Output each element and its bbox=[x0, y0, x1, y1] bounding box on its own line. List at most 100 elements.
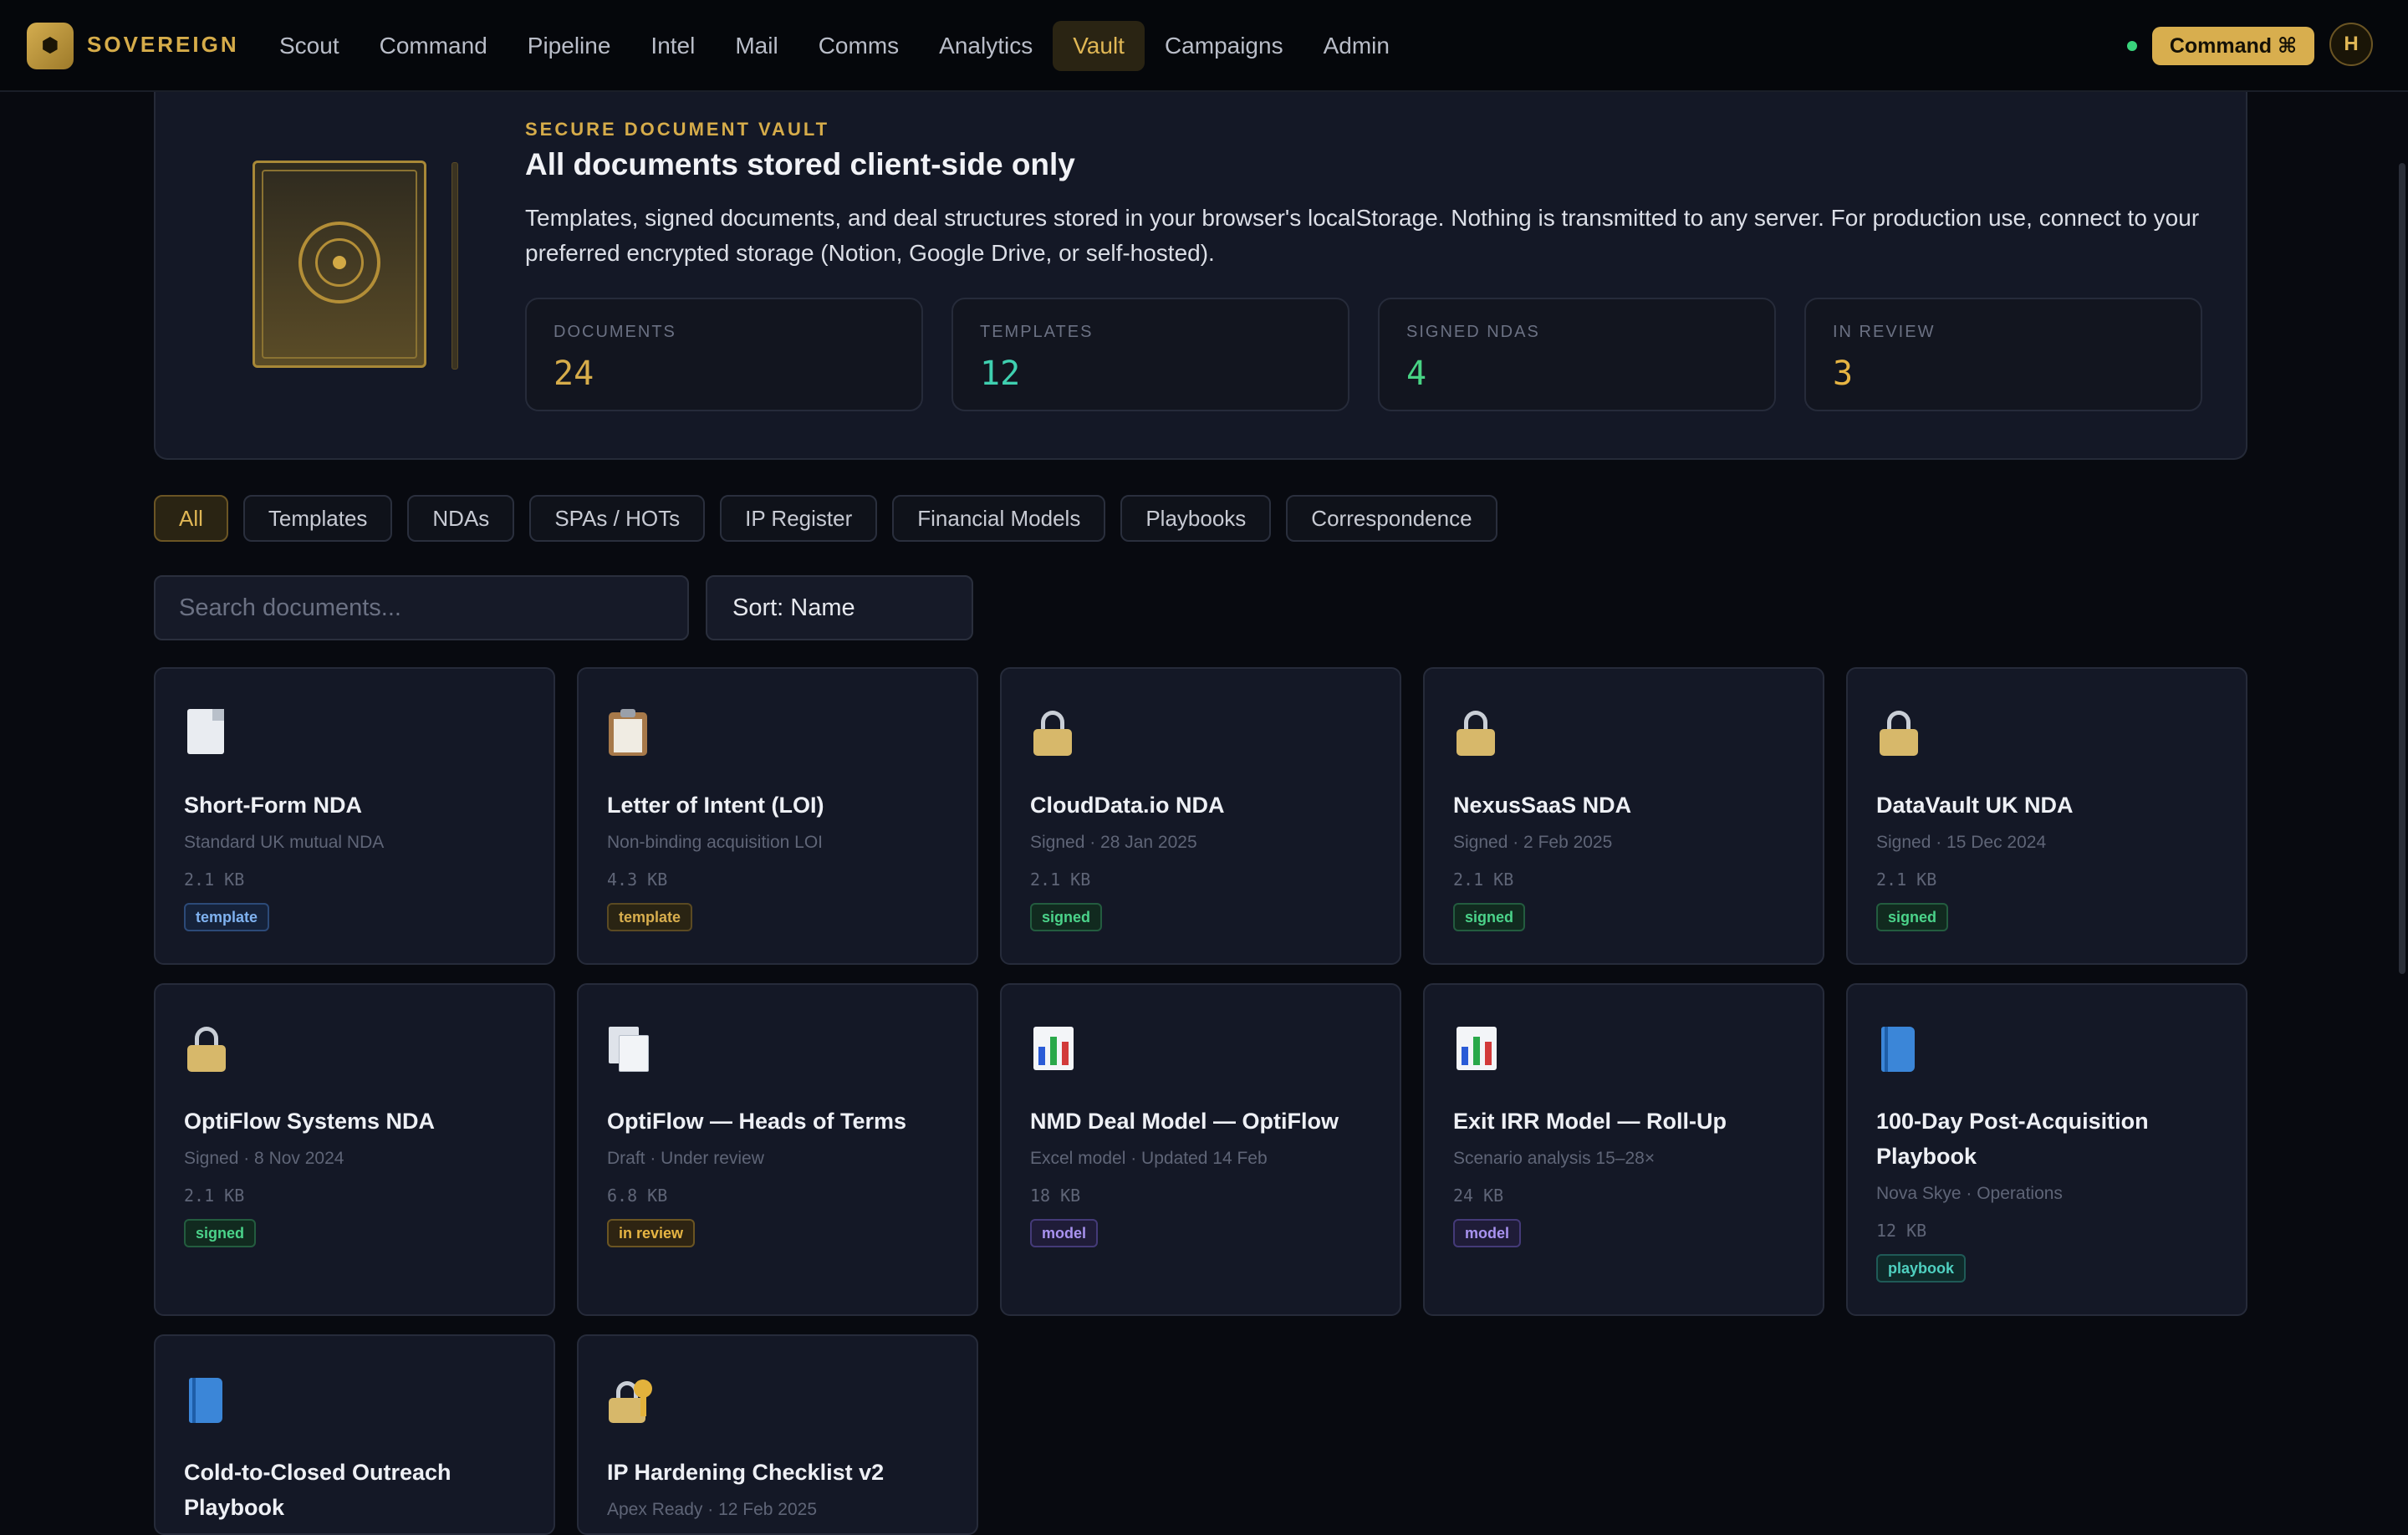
filter-ndas[interactable]: NDAs bbox=[407, 495, 515, 542]
filter-correspondence[interactable]: Correspondence bbox=[1286, 495, 1497, 542]
document-tag: model bbox=[1030, 1219, 1099, 1247]
lock-icon bbox=[1030, 707, 1074, 756]
document-title: 100-Day Post-Acquisition Playbook bbox=[1876, 1109, 2149, 1169]
document-title: OptiFlow — Heads of Terms bbox=[607, 1109, 907, 1134]
document-subtitle: Signed · 2 Feb 2025 bbox=[1453, 833, 1613, 852]
document-size: 18 KB bbox=[1030, 1186, 1081, 1206]
filter-playbooks[interactable]: Playbooks bbox=[1120, 495, 1272, 542]
brand-name[interactable]: SOVEREIGN bbox=[87, 32, 239, 58]
stat-value: 12 bbox=[980, 354, 1021, 393]
document-subtitle: Nova Skye · Operations bbox=[1876, 1184, 2063, 1203]
document-subtitle: Signed · 15 Dec 2024 bbox=[1876, 833, 2047, 852]
document-card[interactable]: Exit IRR Model — Roll-Up Scenario analys… bbox=[1423, 983, 1824, 1316]
document-card[interactable]: Letter of Intent (LOI) Non-binding acqui… bbox=[577, 667, 978, 965]
book-icon bbox=[1876, 1023, 1920, 1072]
stat-signed-ndas: SIGNED NDAS 4 bbox=[1378, 298, 1776, 411]
stat-templates: TEMPLATES 12 bbox=[951, 298, 1349, 411]
vault-hero-panel: SECURE DOCUMENT VAULT All documents stor… bbox=[154, 75, 2247, 460]
document-tag: model bbox=[1453, 1219, 1522, 1247]
document-card[interactable]: CloudData.io NDA Signed · 28 Jan 2025 2.… bbox=[1000, 667, 1401, 965]
document-card[interactable]: Short-Form NDA Standard UK mutual NDA 2.… bbox=[154, 667, 555, 965]
document-title: DataVault UK NDA bbox=[1876, 793, 2074, 818]
filter-ip-register[interactable]: IP Register bbox=[720, 495, 878, 542]
document-subtitle: Signed · 28 Jan 2025 bbox=[1030, 833, 1197, 852]
lock-key-icon bbox=[607, 1374, 652, 1423]
filter-templates[interactable]: Templates bbox=[242, 495, 393, 542]
stat-value: 24 bbox=[554, 354, 594, 393]
document-tag: in review bbox=[607, 1219, 696, 1247]
vault-illustration-icon bbox=[253, 161, 426, 368]
document-title: Exit IRR Model — Roll-Up bbox=[1453, 1109, 1727, 1134]
document-card[interactable]: NexusSaaS NDA Signed · 2 Feb 2025 2.1 KB… bbox=[1423, 667, 1824, 965]
document-card[interactable]: DataVault UK NDA Signed · 15 Dec 2024 2.… bbox=[1846, 667, 2247, 965]
lock-icon bbox=[184, 1023, 227, 1072]
document-title: NMD Deal Model — OptiFlow bbox=[1030, 1109, 1339, 1134]
top-navigation-bar: ⬢ SOVEREIGN Scout Command Pipeline Intel… bbox=[0, 0, 2408, 92]
document-card[interactable]: 100-Day Post-Acquisition Playbook Nova S… bbox=[1846, 983, 2247, 1316]
stat-label: TEMPLATES bbox=[980, 323, 1094, 341]
nav-item-comms[interactable]: Comms bbox=[798, 21, 919, 71]
document-size: 2.1 KB bbox=[1876, 869, 1937, 890]
clipboard-icon bbox=[607, 707, 650, 756]
document-title: NexusSaaS NDA bbox=[1453, 793, 1632, 818]
lock-icon bbox=[1453, 707, 1497, 756]
nav-item-admin[interactable]: Admin bbox=[1303, 21, 1410, 71]
document-subtitle: Apex Ready · 12 Feb 2025 bbox=[607, 1500, 817, 1519]
document-title: Cold-to-Closed Outreach Playbook bbox=[184, 1460, 452, 1520]
document-size: 2.1 KB bbox=[1030, 869, 1091, 890]
document-title: IP Hardening Checklist v2 bbox=[607, 1460, 885, 1485]
logo-icon[interactable]: ⬢ bbox=[27, 23, 74, 69]
filter-spas-hots[interactable]: SPAs / HOTs bbox=[529, 495, 706, 542]
document-card[interactable]: IP Hardening Checklist v2 Apex Ready · 1… bbox=[577, 1334, 978, 1535]
hero-eyebrow: SECURE DOCUMENT VAULT bbox=[525, 119, 830, 140]
online-status-indicator bbox=[2127, 41, 2137, 51]
document-size: 24 KB bbox=[1453, 1186, 1504, 1206]
nav-item-intel[interactable]: Intel bbox=[630, 21, 715, 71]
nav-item-command[interactable]: Command bbox=[360, 21, 508, 71]
nav-item-analytics[interactable]: Analytics bbox=[919, 21, 1053, 71]
nav-item-vault[interactable]: Vault bbox=[1053, 21, 1145, 71]
document-title: Letter of Intent (LOI) bbox=[607, 793, 824, 818]
nav-item-mail[interactable]: Mail bbox=[715, 21, 798, 71]
document-card[interactable]: OptiFlow Systems NDA Signed · 8 Nov 2024… bbox=[154, 983, 555, 1316]
document-subtitle: Signed · 8 Nov 2024 bbox=[184, 1149, 344, 1168]
filter-financial-models[interactable]: Financial Models bbox=[892, 495, 1106, 542]
sort-select[interactable]: Sort: Name bbox=[706, 575, 973, 640]
command-palette-button[interactable]: Command ⌘ bbox=[2152, 27, 2314, 65]
document-subtitle: Draft · Under review bbox=[607, 1149, 764, 1168]
vault-door-edge bbox=[452, 162, 458, 370]
document-subtitle: Scenario analysis 15–28× bbox=[1453, 1149, 1656, 1168]
document-size: 12 KB bbox=[1876, 1221, 1927, 1241]
document-subtitle: Excel model · Updated 14 Feb bbox=[1030, 1149, 1268, 1168]
stat-value: 3 bbox=[1833, 354, 1854, 393]
stat-label: SIGNED NDAS bbox=[1406, 323, 1540, 341]
document-tag: signed bbox=[1453, 903, 1526, 931]
category-filter-bar: All Templates NDAs SPAs / HOTs IP Regist… bbox=[154, 495, 1513, 542]
document-card[interactable]: OptiFlow — Heads of Terms Draft · Under … bbox=[577, 983, 978, 1316]
nav-item-pipeline[interactable]: Pipeline bbox=[508, 21, 631, 71]
document-subtitle: Non-binding acquisition LOI bbox=[607, 833, 823, 852]
document-size: 2.1 KB bbox=[1453, 869, 1514, 890]
bar-chart-icon bbox=[1453, 1023, 1497, 1072]
document-subtitle: Standard UK mutual NDA bbox=[184, 833, 385, 852]
document-tag: template bbox=[607, 903, 693, 931]
document-card[interactable]: Cold-to-Closed Outreach Playbook bbox=[154, 1334, 555, 1535]
document-tag: playbook bbox=[1876, 1254, 1967, 1283]
documents-icon bbox=[607, 1023, 650, 1072]
stat-documents: DOCUMENTS 24 bbox=[525, 298, 923, 411]
document-title: Short-Form NDA bbox=[184, 793, 362, 818]
search-input[interactable] bbox=[154, 575, 689, 640]
user-avatar[interactable]: H bbox=[2329, 23, 2373, 66]
document-title: OptiFlow Systems NDA bbox=[184, 1109, 436, 1134]
document-card[interactable]: NMD Deal Model — OptiFlow Excel model · … bbox=[1000, 983, 1401, 1316]
filter-all[interactable]: All bbox=[154, 495, 228, 542]
document-icon bbox=[184, 707, 227, 756]
stat-value: 4 bbox=[1406, 354, 1427, 393]
stat-label: IN REVIEW bbox=[1833, 323, 1936, 341]
scrollbar-thumb[interactable] bbox=[2399, 163, 2405, 974]
bar-chart-icon bbox=[1030, 1023, 1074, 1072]
document-size: 2.1 KB bbox=[184, 1186, 245, 1206]
nav-item-campaigns[interactable]: Campaigns bbox=[1145, 21, 1303, 71]
nav-item-scout[interactable]: Scout bbox=[259, 21, 360, 71]
book-icon bbox=[184, 1374, 227, 1423]
